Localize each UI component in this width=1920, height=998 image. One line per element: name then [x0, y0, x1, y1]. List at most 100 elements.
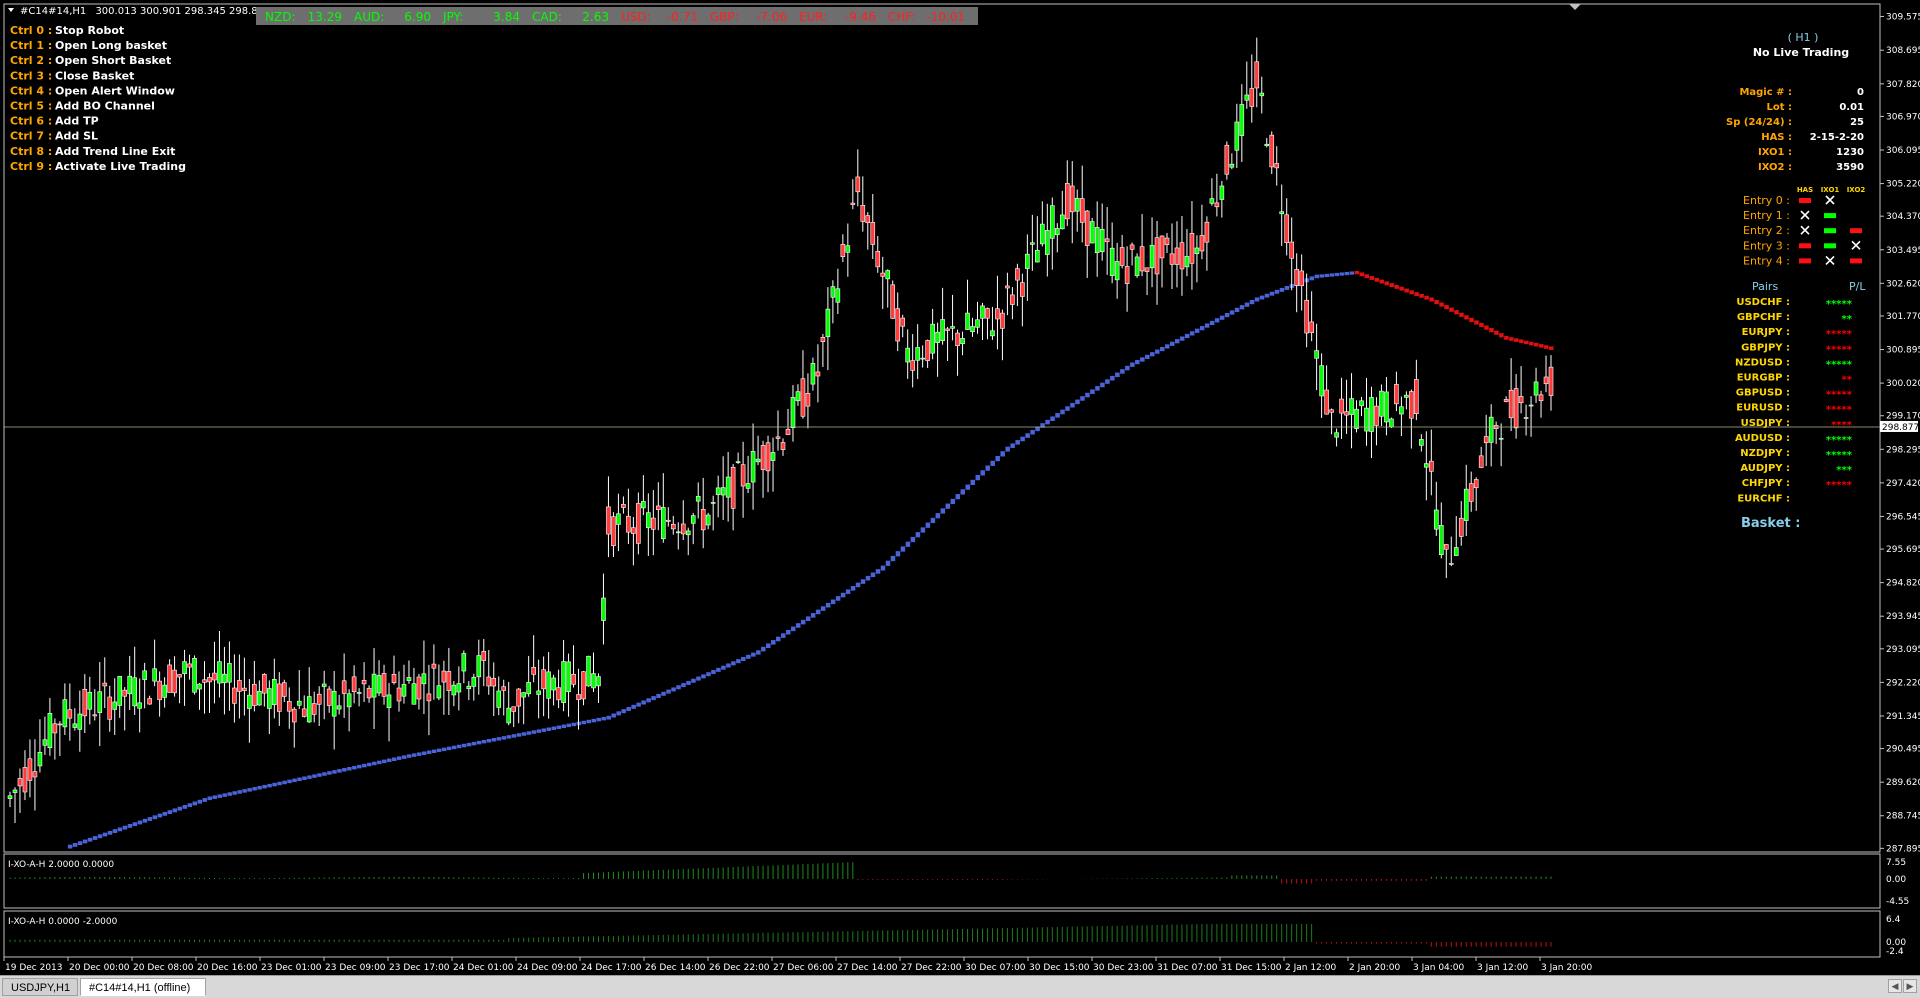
bear-candle: [1543, 376, 1549, 385]
bear-candle: [212, 672, 217, 681]
chart-window[interactable]: 309.575 308.695 307.820 306.970 306.095 305.2…: [0, 0, 1920, 998]
tab-scroll-right-icon[interactable]: ▶: [1903, 979, 1917, 993]
price-tick-label: 307.820: [1886, 80, 1920, 90]
bear-candle: [1084, 210, 1090, 246]
bull-candle: [1239, 104, 1245, 136]
tab-usdjpy-h1[interactable]: USDJPY,H1: [2, 978, 78, 996]
ma-segment: [1015, 440, 1020, 445]
ma-segment: [676, 685, 681, 690]
moving-average-line: [67, 270, 1554, 849]
bull-candle: [12, 789, 18, 793]
ma-segment: [277, 781, 282, 786]
ma-segment: [1209, 320, 1215, 326]
hotkey-key: Ctrl 0 :: [10, 24, 52, 37]
ma-segment: [1130, 362, 1135, 367]
param-value: 1230: [1836, 147, 1864, 158]
ma-segment: [87, 837, 93, 842]
bull-candle: [1389, 418, 1394, 428]
ma-segment: [1194, 328, 1200, 333]
bear-candle: [1289, 241, 1294, 259]
ma-segment: [571, 722, 577, 727]
ma-segment: [1399, 286, 1404, 291]
bear-candle: [1448, 563, 1454, 565]
bear-candle: [1284, 214, 1289, 244]
ma-segment: [1095, 386, 1100, 391]
bull-candle: [810, 363, 816, 385]
price-tick-label: 287.895: [1886, 844, 1920, 854]
bull-candle: [1045, 230, 1050, 255]
ma-segment: [1274, 289, 1280, 294]
bull-candle: [770, 452, 776, 461]
bull-candle: [1404, 394, 1409, 398]
ma-segment: [1105, 379, 1110, 384]
ma-segment: [1384, 281, 1389, 286]
ma-segment: [706, 672, 711, 677]
bear-candle: [486, 676, 492, 687]
bull-candle: [1194, 247, 1200, 254]
ma-segment: [411, 753, 417, 757]
hotkey-key: Ctrl 9 :: [10, 160, 52, 173]
bull-candle: [401, 684, 407, 697]
bull-candle: [62, 699, 68, 728]
ma-segment: [1145, 354, 1150, 359]
bear-candle: [1299, 270, 1304, 287]
ma-segment: [840, 592, 846, 598]
bull-candle: [1134, 256, 1140, 276]
bull-candle: [1498, 437, 1504, 440]
bull-candle: [1364, 407, 1369, 432]
time-tick-label: 3 Jan 12:00: [1477, 963, 1529, 973]
bear-candle: [1429, 460, 1434, 472]
bear-candle: [875, 251, 881, 268]
hotkey-key: Ctrl 5 :: [10, 100, 52, 113]
bull-candle: [970, 326, 975, 333]
price-chart[interactable]: 309.575 308.695 307.820 306.970 306.095 305.2…: [0, 0, 1920, 975]
bull-candle: [641, 501, 646, 509]
pair-pl-stars: **: [1842, 314, 1853, 325]
ma-segment: [102, 832, 108, 837]
bear-candle: [656, 505, 661, 510]
indicator-2-frame: [3, 910, 1881, 958]
bear-candle: [1064, 183, 1070, 220]
bear-candle: [890, 284, 896, 319]
ma-segment: [177, 806, 183, 811]
bear-candle: [900, 317, 905, 327]
bear-candle: [800, 378, 806, 417]
entry-signal-x-icon: [1825, 195, 1835, 205]
ma-segment: [67, 844, 73, 849]
bull-candle: [835, 288, 841, 303]
tab-c14-h1-offline[interactable]: #C14#14,H1 (offline): [80, 978, 206, 996]
bear-candle: [396, 687, 402, 702]
bull-candle: [1209, 198, 1215, 204]
bear-candle: [850, 202, 856, 205]
bull-candle: [77, 713, 83, 730]
ma-segment: [1259, 295, 1265, 300]
shift-marker-icon[interactable]: [1569, 4, 1581, 10]
ma-segment: [421, 751, 427, 755]
ma-segment: [132, 822, 138, 827]
bull-candle: [461, 653, 467, 672]
basket-label: Basket :: [1741, 516, 1800, 531]
hotkey-action: Open Alert Window: [55, 84, 175, 97]
ma-segment: [1085, 392, 1090, 398]
collapse-arrow-icon[interactable]: [8, 8, 14, 12]
ma-segment: [631, 704, 636, 709]
bear-candle: [1503, 399, 1509, 402]
bear-candle: [262, 674, 267, 694]
pair-name: USDJPY :: [1741, 418, 1790, 429]
ma-segment: [865, 575, 871, 581]
ma-segment: [1070, 402, 1075, 408]
ma-segment: [1424, 295, 1429, 300]
ma-segment: [227, 792, 232, 796]
ma-segment: [362, 763, 367, 768]
bear-candle: [955, 332, 960, 346]
bull-candle: [526, 682, 531, 695]
bear-candle: [985, 308, 990, 319]
bear-candle: [92, 714, 98, 717]
ma-segment: [252, 787, 257, 791]
pair-pl-stars: *****: [1826, 480, 1853, 491]
pair-pl-stars: *****: [1826, 435, 1853, 446]
ma-segment: [601, 716, 606, 721]
pair-pl-stars: ****: [1831, 420, 1853, 431]
hotkey-list: Ctrl 0 : Stop RobotCtrl 1 : Open Long bask…: [10, 24, 186, 173]
tab-scroll-left-icon[interactable]: ◀: [1888, 979, 1902, 993]
